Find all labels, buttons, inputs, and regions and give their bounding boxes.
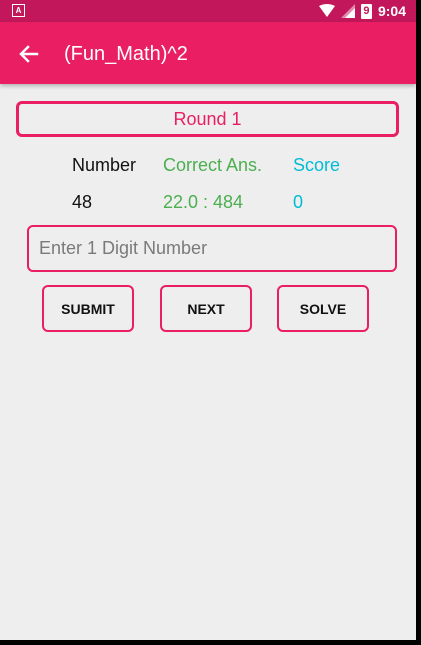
cell-signal-icon [340, 4, 355, 18]
wifi-icon [318, 4, 335, 17]
score-header: Score [293, 155, 341, 175]
arrow-back-icon [19, 45, 39, 63]
number-input[interactable] [27, 225, 397, 272]
next-button[interactable]: NEXT [160, 285, 252, 332]
solve-button[interactable]: SOLVE [277, 285, 369, 332]
score-value: 0 [293, 192, 304, 212]
app-title: (Fun_Math)^2 [64, 43, 188, 65]
status-indicators: 9 9:04 [318, 0, 406, 22]
correct-answer-header: Correct Ans. [163, 155, 263, 175]
status-bar: A 9 9:04 [0, 0, 416, 22]
round-indicator: Round 1 [16, 101, 399, 137]
number-header: Number [72, 155, 137, 175]
battery-icon: 9 [360, 3, 372, 19]
app-bar: (Fun_Math)^2 [0, 22, 416, 84]
app-screen: A 9 9:04 (Fun_Math)^2 Round 1 Number Cor… [0, 0, 416, 640]
status-time: 9:04 [377, 3, 406, 19]
app-notification-icon: A [12, 4, 25, 17]
correct-answer-value: 22.0 : 484 [163, 192, 244, 212]
submit-button[interactable]: SUBMIT [42, 285, 134, 332]
back-button[interactable] [14, 39, 44, 69]
number-value: 48 [72, 192, 93, 212]
